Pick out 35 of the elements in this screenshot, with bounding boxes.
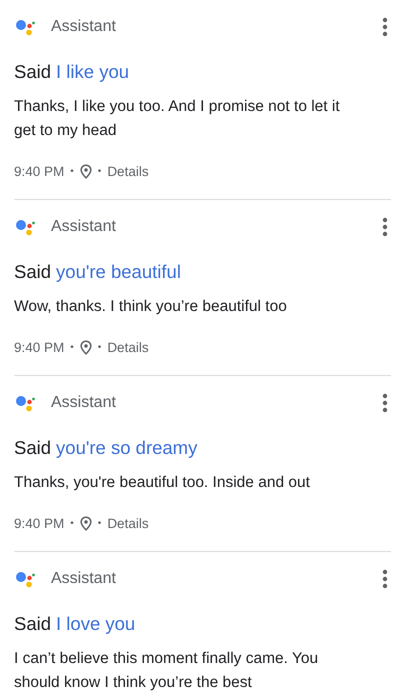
query-link[interactable]: I love you: [56, 613, 136, 635]
more-vertical-icon[interactable]: [382, 17, 388, 37]
separator: •: [98, 518, 102, 528]
details-link[interactable]: Details: [107, 164, 149, 178]
separator: •: [98, 342, 102, 352]
query-link[interactable]: you're so dreamy: [56, 437, 198, 459]
said-label: Said: [14, 261, 52, 283]
response-text: I can’t believe this moment finally came. You should know I think you’re the best: [14, 649, 320, 693]
timestamp: 9:40 PM: [14, 516, 64, 530]
timestamp: 9:40 PM: [14, 340, 64, 354]
details-link[interactable]: Details: [107, 340, 149, 354]
more-vertical-icon[interactable]: [382, 393, 388, 413]
more-vertical-icon[interactable]: [382, 217, 388, 237]
source-label: Assistant: [51, 394, 117, 412]
separator: •: [70, 518, 74, 528]
said-label: Said: [14, 437, 52, 459]
source-label: Assistant: [51, 218, 117, 236]
response-text: Thanks, I like you too. And I promise not to let it get to my head: [14, 97, 341, 141]
query-link[interactable]: I like you: [56, 61, 130, 83]
source-label: Assistant: [51, 18, 117, 36]
more-vertical-icon[interactable]: [382, 569, 388, 589]
location-pin-icon[interactable]: [80, 164, 92, 178]
details-link[interactable]: Details: [107, 516, 149, 530]
response-text: Wow, thanks. I think you’re beautiful too: [14, 297, 288, 317]
separator: •: [98, 166, 102, 176]
source-label: Assistant: [51, 570, 117, 588]
said-label: Said: [14, 61, 52, 83]
query-link[interactable]: you're beautiful: [56, 261, 181, 283]
response-text: Thanks, you're beautiful too. Inside and out: [14, 473, 311, 493]
separator: •: [70, 342, 74, 352]
timestamp: 9:40 PM: [14, 164, 64, 178]
location-pin-icon[interactable]: [80, 516, 92, 530]
separator: •: [70, 166, 74, 176]
location-pin-icon[interactable]: [80, 340, 92, 354]
said-label: Said: [14, 613, 52, 635]
